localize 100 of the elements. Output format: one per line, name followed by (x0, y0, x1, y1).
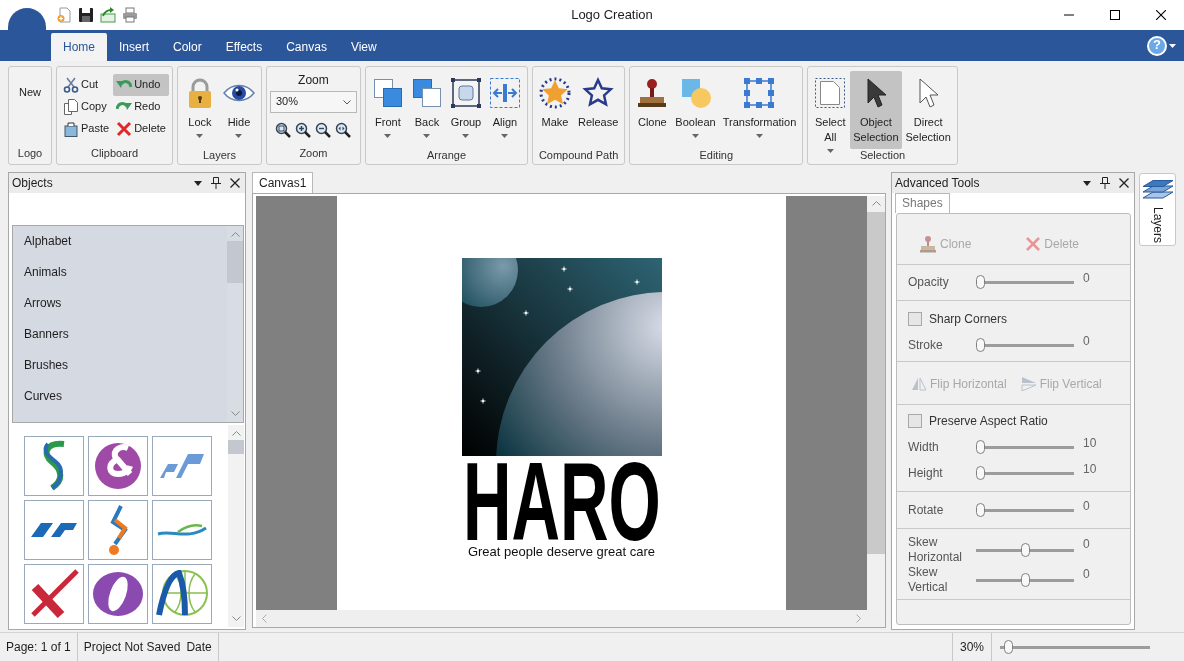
category-item[interactable]: Curves (13, 381, 227, 412)
scrollbar-thumb[interactable] (227, 241, 243, 283)
app-menu-button[interactable] (8, 8, 46, 30)
ribbon-button[interactable]: Back (407, 71, 446, 149)
ribbon-button[interactable]: Paste (60, 118, 113, 140)
ribbon-button[interactable]: Lock (180, 71, 219, 149)
group-label: Editing (698, 149, 735, 163)
close-icon[interactable] (1156, 10, 1166, 20)
logo-thumbnail[interactable] (152, 564, 212, 624)
scroll-up-icon[interactable] (230, 232, 240, 237)
logo-thumbnail[interactable] (88, 436, 148, 496)
group-label: Layers (201, 149, 237, 163)
checkbox[interactable] (908, 312, 922, 326)
ribbon-tab[interactable]: Color (161, 33, 214, 61)
ribbon-button[interactable]: Hide (219, 71, 258, 149)
ribbon-button[interactable]: Delete (113, 118, 169, 140)
logo-thumbnail[interactable] (24, 500, 84, 560)
zoom-combo[interactable]: 30% (269, 91, 357, 113)
print-icon[interactable] (122, 7, 138, 23)
export-icon[interactable] (100, 7, 116, 23)
ribbon-tab[interactable]: Canvas (274, 33, 339, 61)
panel-title: Objects (12, 175, 54, 191)
caret-icon (1169, 43, 1176, 48)
scroll-down-icon[interactable] (230, 411, 240, 416)
save-icon[interactable] (78, 7, 94, 23)
slider-thumb[interactable] (976, 275, 985, 289)
scroll-down-icon[interactable] (231, 616, 241, 621)
zoom-fit-icon[interactable] (275, 122, 292, 138)
scrollbar[interactable] (256, 610, 885, 627)
slider-thumb[interactable] (976, 466, 985, 480)
pin-icon[interactable] (1100, 177, 1110, 189)
logo-thumbnail[interactable] (88, 500, 148, 560)
category-item[interactable]: Alphabet (13, 226, 227, 257)
slanted-shapes-icon (30, 522, 78, 538)
ribbon-button[interactable]: Undo (113, 74, 169, 96)
checkbox-label: Preserve Aspect Ratio (929, 413, 1048, 429)
pin-icon[interactable] (211, 177, 221, 189)
category-item[interactable]: Brushes (13, 350, 227, 381)
slider-label: Stroke (908, 337, 944, 353)
ribbon-button[interactable]: Direct Selection (902, 71, 954, 149)
logo-thumbnail[interactable] (152, 500, 212, 560)
dropdown-icon[interactable] (1083, 180, 1091, 186)
close-icon[interactable] (230, 178, 240, 188)
scroll-up-icon[interactable] (871, 201, 881, 206)
zoom-in-icon[interactable] (295, 122, 312, 138)
category-item[interactable]: Animals (13, 257, 227, 288)
scroll-right-icon[interactable] (856, 614, 861, 623)
ribbon-button[interactable]: New (12, 71, 48, 102)
slider-value: 0 (1083, 334, 1090, 349)
overlapping-shapes-icon (679, 77, 712, 109)
logo-thumbnail[interactable] (88, 564, 148, 624)
scrollbar-thumb[interactable] (228, 440, 244, 454)
slider-value: 10 (1083, 436, 1097, 451)
ribbon-tab[interactable]: Insert (107, 33, 162, 61)
canvas-tab[interactable]: Canvas1 (252, 172, 314, 193)
logo-thumbnail[interactable] (24, 436, 84, 496)
logo-thumbnail[interactable] (24, 564, 84, 624)
category-item[interactable]: Banners (13, 319, 227, 350)
ribbon-tab[interactable]: Home (51, 33, 107, 61)
ribbon-button[interactable]: Front (368, 71, 407, 149)
slider-thumb[interactable] (976, 338, 985, 352)
scroll-left-icon[interactable] (262, 614, 267, 623)
ribbon-button[interactable]: Select All (811, 71, 850, 149)
scrollbar[interactable] (867, 196, 885, 610)
ribbon-button[interactable]: Release (574, 71, 622, 149)
ribbon-button[interactable]: Copy (60, 96, 113, 118)
slider-thumb[interactable] (1004, 640, 1014, 654)
ribbon-button[interactable]: Align (485, 71, 524, 149)
dropdown-icon[interactable] (194, 180, 202, 186)
layers-tab[interactable]: Layers (1139, 173, 1176, 246)
checkbox-label: Sharp Corners (929, 311, 1008, 327)
zoom-out-icon[interactable] (315, 122, 332, 138)
slider-thumb[interactable] (1020, 543, 1030, 557)
ribbon-button[interactable]: Boolean (672, 71, 719, 149)
scrollbar[interactable] (228, 425, 244, 627)
scroll-up-icon[interactable] (231, 431, 241, 436)
zoom-width-icon[interactable] (335, 122, 352, 138)
panel-tab[interactable]: Shapes (895, 193, 950, 213)
ribbon-tab[interactable]: Effects (213, 33, 275, 61)
ring-icon (93, 572, 143, 616)
slider-thumb[interactable] (976, 503, 985, 517)
maximize-icon[interactable] (1110, 10, 1120, 20)
slider-label: Skew Vertical (908, 565, 949, 595)
slider-thumb[interactable] (976, 440, 985, 454)
ribbon-button[interactable]: Group (446, 71, 485, 149)
category-item[interactable]: Arrows (13, 288, 227, 319)
ribbon-button[interactable]: Cut (60, 74, 113, 96)
ribbon-button[interactable]: Transformation (719, 71, 800, 149)
logo-thumbnail[interactable] (152, 436, 212, 496)
slider-label: Opacity (908, 274, 950, 290)
ribbon-tab[interactable]: View (338, 33, 389, 61)
slider-thumb[interactable] (1020, 573, 1030, 587)
ribbon-button[interactable]: Make (535, 71, 574, 149)
checkbox[interactable] (908, 414, 922, 428)
ribbon-button[interactable]: Clone (633, 71, 672, 149)
scrollbar-thumb[interactable] (867, 212, 885, 554)
ribbon-button[interactable]: Redo (113, 96, 169, 118)
new-document-icon[interactable] (56, 7, 72, 23)
ribbon-button[interactable]: Object Selection (850, 71, 902, 149)
close-icon[interactable] (1119, 178, 1129, 188)
